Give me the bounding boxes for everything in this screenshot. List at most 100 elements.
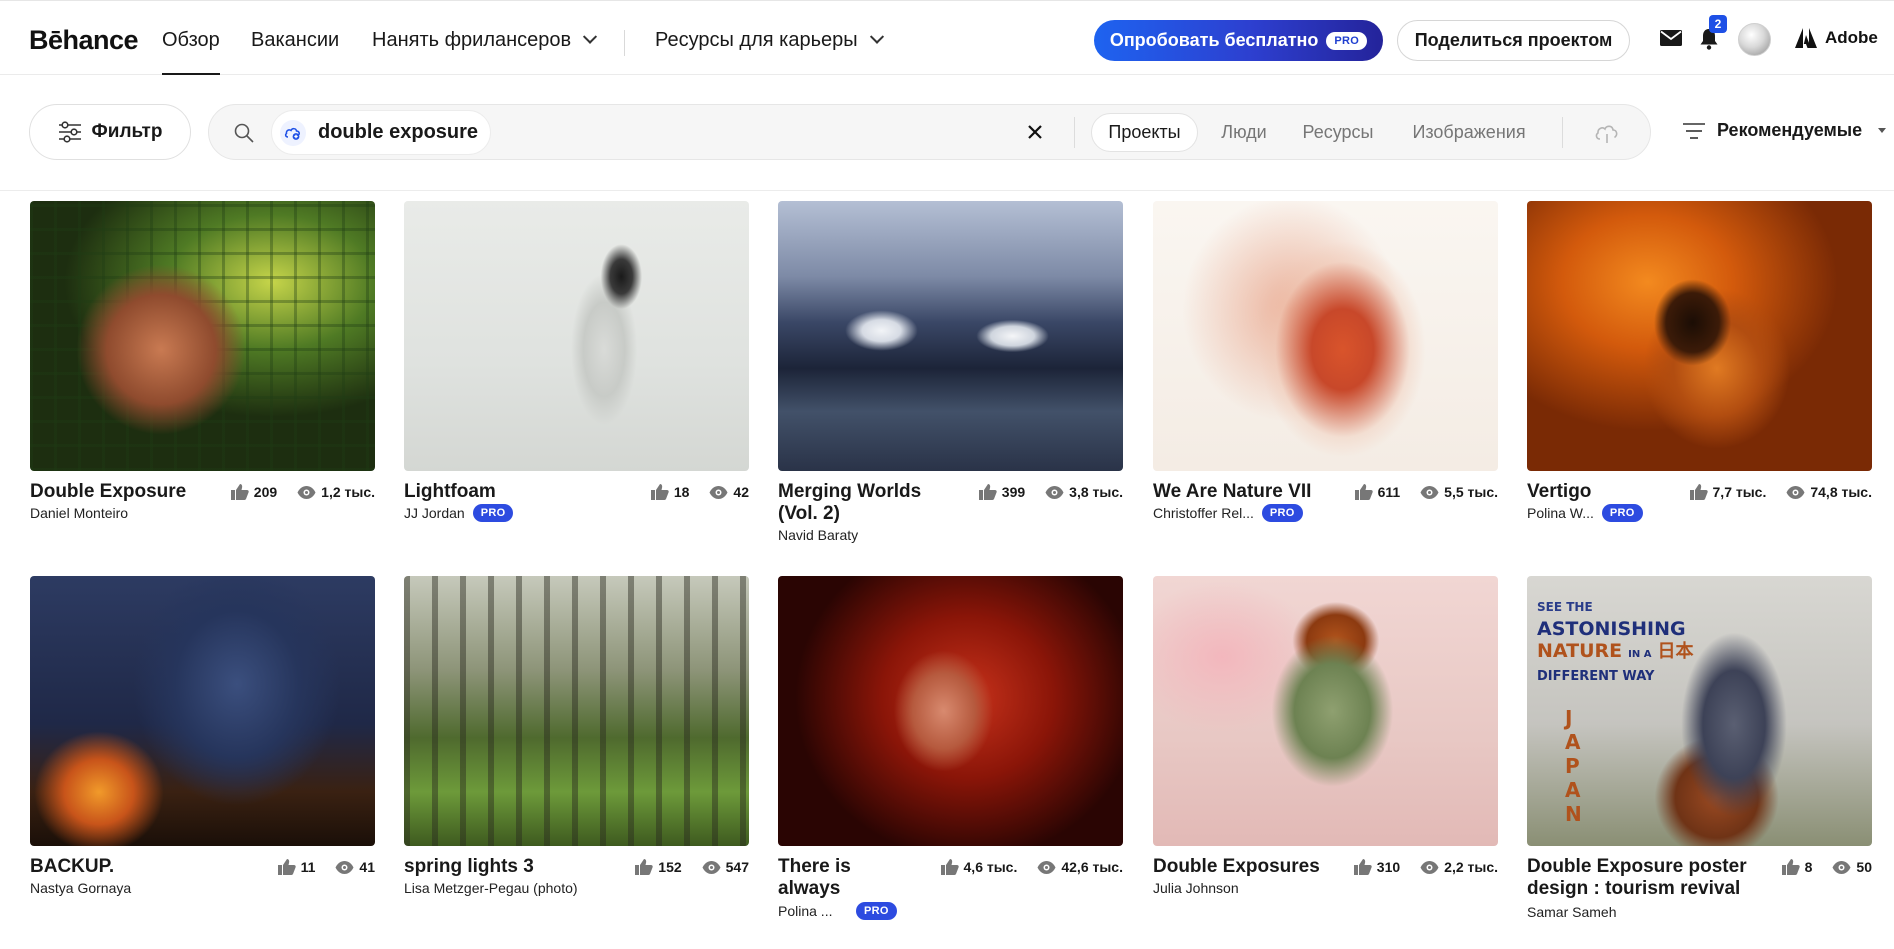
project-owner[interactable]: Navid Baraty — [778, 527, 858, 543]
views-count: 74,8 тыс. — [1810, 484, 1872, 500]
project-owner[interactable]: Lisa Metzger-Pegau (photo) — [404, 880, 578, 896]
project-card[interactable]: Lightfoam 18 42 JJ Jordan PRO — [404, 201, 749, 541]
tab-people[interactable]: Люди — [1208, 113, 1280, 152]
project-title[interactable]: Vertigo — [1527, 481, 1677, 503]
project-stats: 611 5,5 тыс. — [1354, 484, 1498, 500]
project-owner[interactable]: Julia Johnson — [1153, 880, 1239, 896]
pro-badge: PRO — [472, 504, 514, 522]
nav-hire-label: Нанять фрилансеров — [372, 29, 572, 51]
project-title[interactable]: BACKUP. — [30, 856, 210, 878]
eye-icon — [702, 860, 721, 874]
project-title[interactable]: spring lights 3 — [404, 856, 584, 878]
views-count: 1,2 тыс. — [321, 484, 375, 500]
tab-resources[interactable]: Ресурсы — [1291, 113, 1385, 152]
filter-button[interactable]: Фильтр — [29, 104, 191, 160]
share-project-label: Поделиться проектом — [1414, 30, 1613, 50]
project-card[interactable]: Double Exposures 310 2,2 тыс. Julia John… — [1153, 576, 1498, 916]
project-thumbnail[interactable] — [778, 576, 1123, 846]
pro-badge: PRO — [1601, 504, 1643, 522]
eye-icon — [1420, 485, 1439, 499]
tab-people-label: Люди — [1221, 122, 1267, 142]
thumbs-up-icon — [1353, 859, 1372, 875]
search-bar[interactable]: double exposure Проекты Люди Ресурсы Изо… — [208, 104, 1651, 160]
project-thumbnail[interactable] — [1153, 201, 1498, 471]
owner-name: Polina ... — [778, 903, 833, 919]
try-free-button[interactable]: Опробовать бесплатно PRO — [1094, 20, 1383, 61]
project-title[interactable]: Double Exposure — [30, 481, 220, 503]
likes-count: 152 — [658, 859, 682, 875]
owner-name: Nastya Gornaya — [30, 880, 132, 896]
project-thumbnail[interactable] — [30, 576, 375, 846]
project-owner[interactable]: Christoffer Rel... PRO — [1153, 504, 1303, 522]
project-owner[interactable]: Daniel Monteiro — [30, 505, 128, 521]
thumbs-up-icon — [230, 484, 249, 500]
poster-line: ASTONISHING — [1537, 618, 1686, 640]
visual-search-icon[interactable] — [1594, 122, 1620, 144]
project-card[interactable]: Double Exposure 209 1,2 тыс. Daniel Mont… — [30, 201, 375, 541]
project-card[interactable]: BACKUP. 11 41 Nastya Gornaya — [30, 576, 375, 916]
project-card[interactable]: SEE THE ASTONISHING NATURE IN A 日本 DIFFE… — [1527, 576, 1872, 920]
project-thumbnail[interactable] — [1527, 201, 1872, 471]
project-thumbnail[interactable] — [404, 201, 749, 471]
project-owner[interactable]: Nastya Gornaya — [30, 880, 131, 896]
project-card[interactable]: There is always 4,6 тыс. 42,6 тыс. Polin… — [778, 576, 1123, 920]
project-thumbnail[interactable] — [404, 576, 749, 846]
nav-explore[interactable]: Обзор — [162, 29, 220, 75]
chevron-down-icon — [583, 29, 598, 44]
poster-line: IN A — [1628, 649, 1652, 660]
nav-hire-freelancers[interactable]: Нанять фрилансеров — [372, 29, 598, 52]
owner-name: Navid Baraty — [778, 527, 859, 543]
project-card[interactable]: Vertigo 7,7 тыс. 74,8 тыс. Polina W... PR… — [1527, 201, 1872, 541]
nav-career-resources[interactable]: Ресурсы для карьеры — [655, 29, 884, 52]
search-input[interactable]: double exposure — [318, 121, 478, 144]
project-thumbnail[interactable] — [778, 201, 1123, 471]
nav-jobs[interactable]: Вакансии — [251, 29, 339, 52]
eye-icon — [1037, 860, 1056, 874]
views-count: 41 — [359, 859, 375, 875]
views-count: 2,2 тыс. — [1444, 859, 1498, 875]
project-owner[interactable]: Polina ... PRO — [778, 902, 897, 920]
project-owner[interactable]: JJ Jordan PRO — [404, 504, 514, 522]
user-avatar[interactable] — [1738, 23, 1771, 56]
behance-logo[interactable]: Bēhance — [29, 25, 139, 56]
search-divider — [1074, 117, 1075, 148]
nav-explore-label: Обзор — [162, 29, 220, 51]
caret-down-icon — [1878, 128, 1887, 133]
project-title[interactable]: Double Exposure poster design : tourism … — [1527, 856, 1757, 900]
project-title[interactable]: Merging Worlds (Vol. 2) — [778, 481, 928, 525]
project-title[interactable]: Double Exposures — [1153, 856, 1333, 878]
clear-search-icon[interactable] — [1025, 122, 1045, 142]
notification-count-badge: 2 — [1709, 15, 1727, 33]
search-query-chip[interactable]: double exposure — [271, 110, 492, 155]
project-title[interactable]: Lightfoam — [404, 481, 594, 503]
owner-name: Samar Sameh — [1527, 904, 1617, 920]
project-owner[interactable]: Samar Sameh — [1527, 904, 1616, 920]
pro-badge: PRO — [1326, 31, 1368, 50]
tab-images[interactable]: Изображения — [1401, 113, 1537, 152]
project-stats: 8 50 — [1781, 859, 1872, 875]
project-title[interactable]: There is always — [778, 856, 858, 900]
adobe-link[interactable]: Adobe — [1795, 28, 1878, 48]
sort-label: Рекомендуемые — [1717, 120, 1863, 140]
project-card[interactable]: Merging Worlds (Vol. 2) 399 3,8 тыс. Nav… — [778, 201, 1123, 543]
project-owner[interactable]: Polina W... PRO — [1527, 504, 1643, 522]
project-card[interactable]: We Are Nature VII 611 5,5 тыс. Christoff… — [1153, 201, 1498, 541]
project-thumbnail[interactable] — [30, 201, 375, 471]
tab-projects[interactable]: Проекты — [1091, 113, 1198, 152]
likes-count: 611 — [1377, 484, 1401, 500]
project-thumbnail[interactable]: SEE THE ASTONISHING NATURE IN A 日本 DIFFE… — [1527, 576, 1872, 846]
mail-icon[interactable] — [1660, 30, 1682, 46]
project-thumbnail[interactable] — [1153, 576, 1498, 846]
views-count: 50 — [1856, 859, 1872, 875]
likes-count: 209 — [253, 484, 278, 500]
views-count: 42 — [733, 484, 749, 500]
eye-icon — [297, 485, 316, 499]
sort-dropdown[interactable]: Рекомендуемые — [1683, 120, 1887, 141]
project-card[interactable]: spring lights 3 152 547 Lisa Metzger-Peg… — [404, 576, 749, 916]
owner-name: Polina W... — [1527, 505, 1594, 521]
eye-icon — [1832, 860, 1851, 874]
project-stats: 310 2,2 тыс. — [1353, 859, 1498, 875]
project-title[interactable]: We Are Nature VII — [1153, 481, 1323, 503]
thumbs-up-icon — [1689, 484, 1708, 500]
share-project-button[interactable]: Поделиться проектом — [1397, 20, 1630, 61]
